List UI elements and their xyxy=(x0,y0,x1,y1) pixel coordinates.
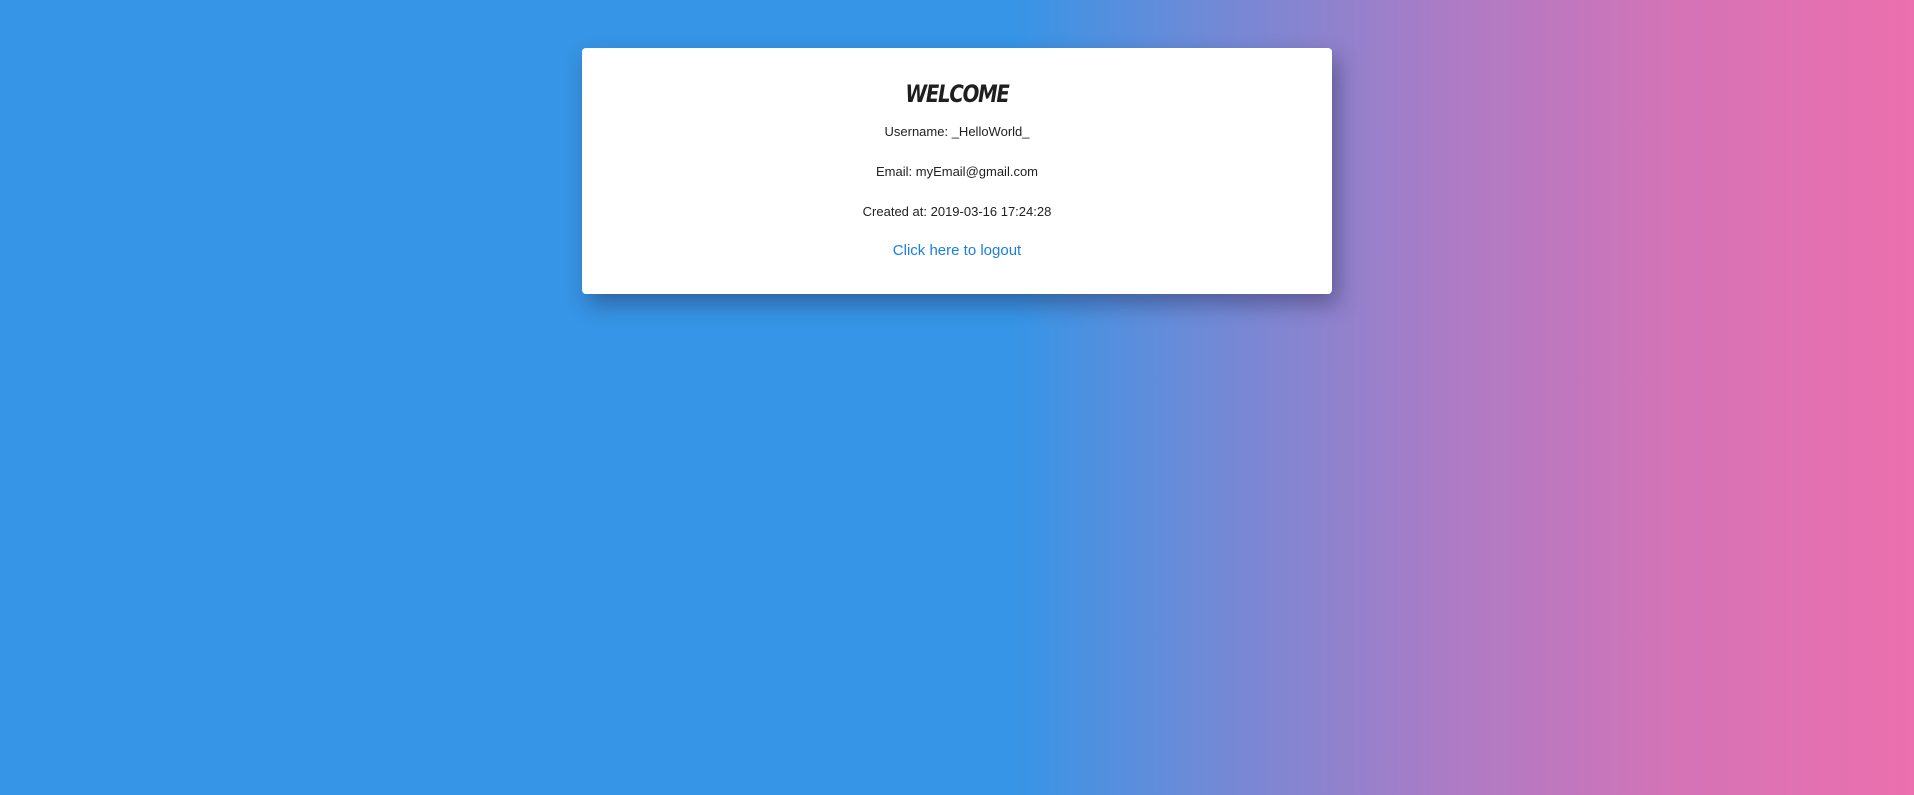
email-label: Email: xyxy=(875,164,913,179)
welcome-card: WELCOME Username: _HelloWorld_ Email: my… xyxy=(582,48,1332,294)
username-label: Username: xyxy=(884,124,949,139)
logout-link[interactable]: Click here to logout xyxy=(582,242,1332,260)
created-at-label: Created at: xyxy=(862,204,927,219)
username-value: _HelloWorld_ xyxy=(951,124,1030,139)
created-at-value: 2019-03-16 17:24:28 xyxy=(930,204,1052,219)
created-at-row: Created at: 2019-03-16 17:24:28 xyxy=(582,204,1332,220)
email-value: myEmail@gmail.com xyxy=(915,164,1039,179)
email-row: Email: myEmail@gmail.com xyxy=(582,164,1332,180)
page-title: WELCOME xyxy=(905,80,1010,108)
username-row: Username: _HelloWorld_ xyxy=(582,124,1332,140)
